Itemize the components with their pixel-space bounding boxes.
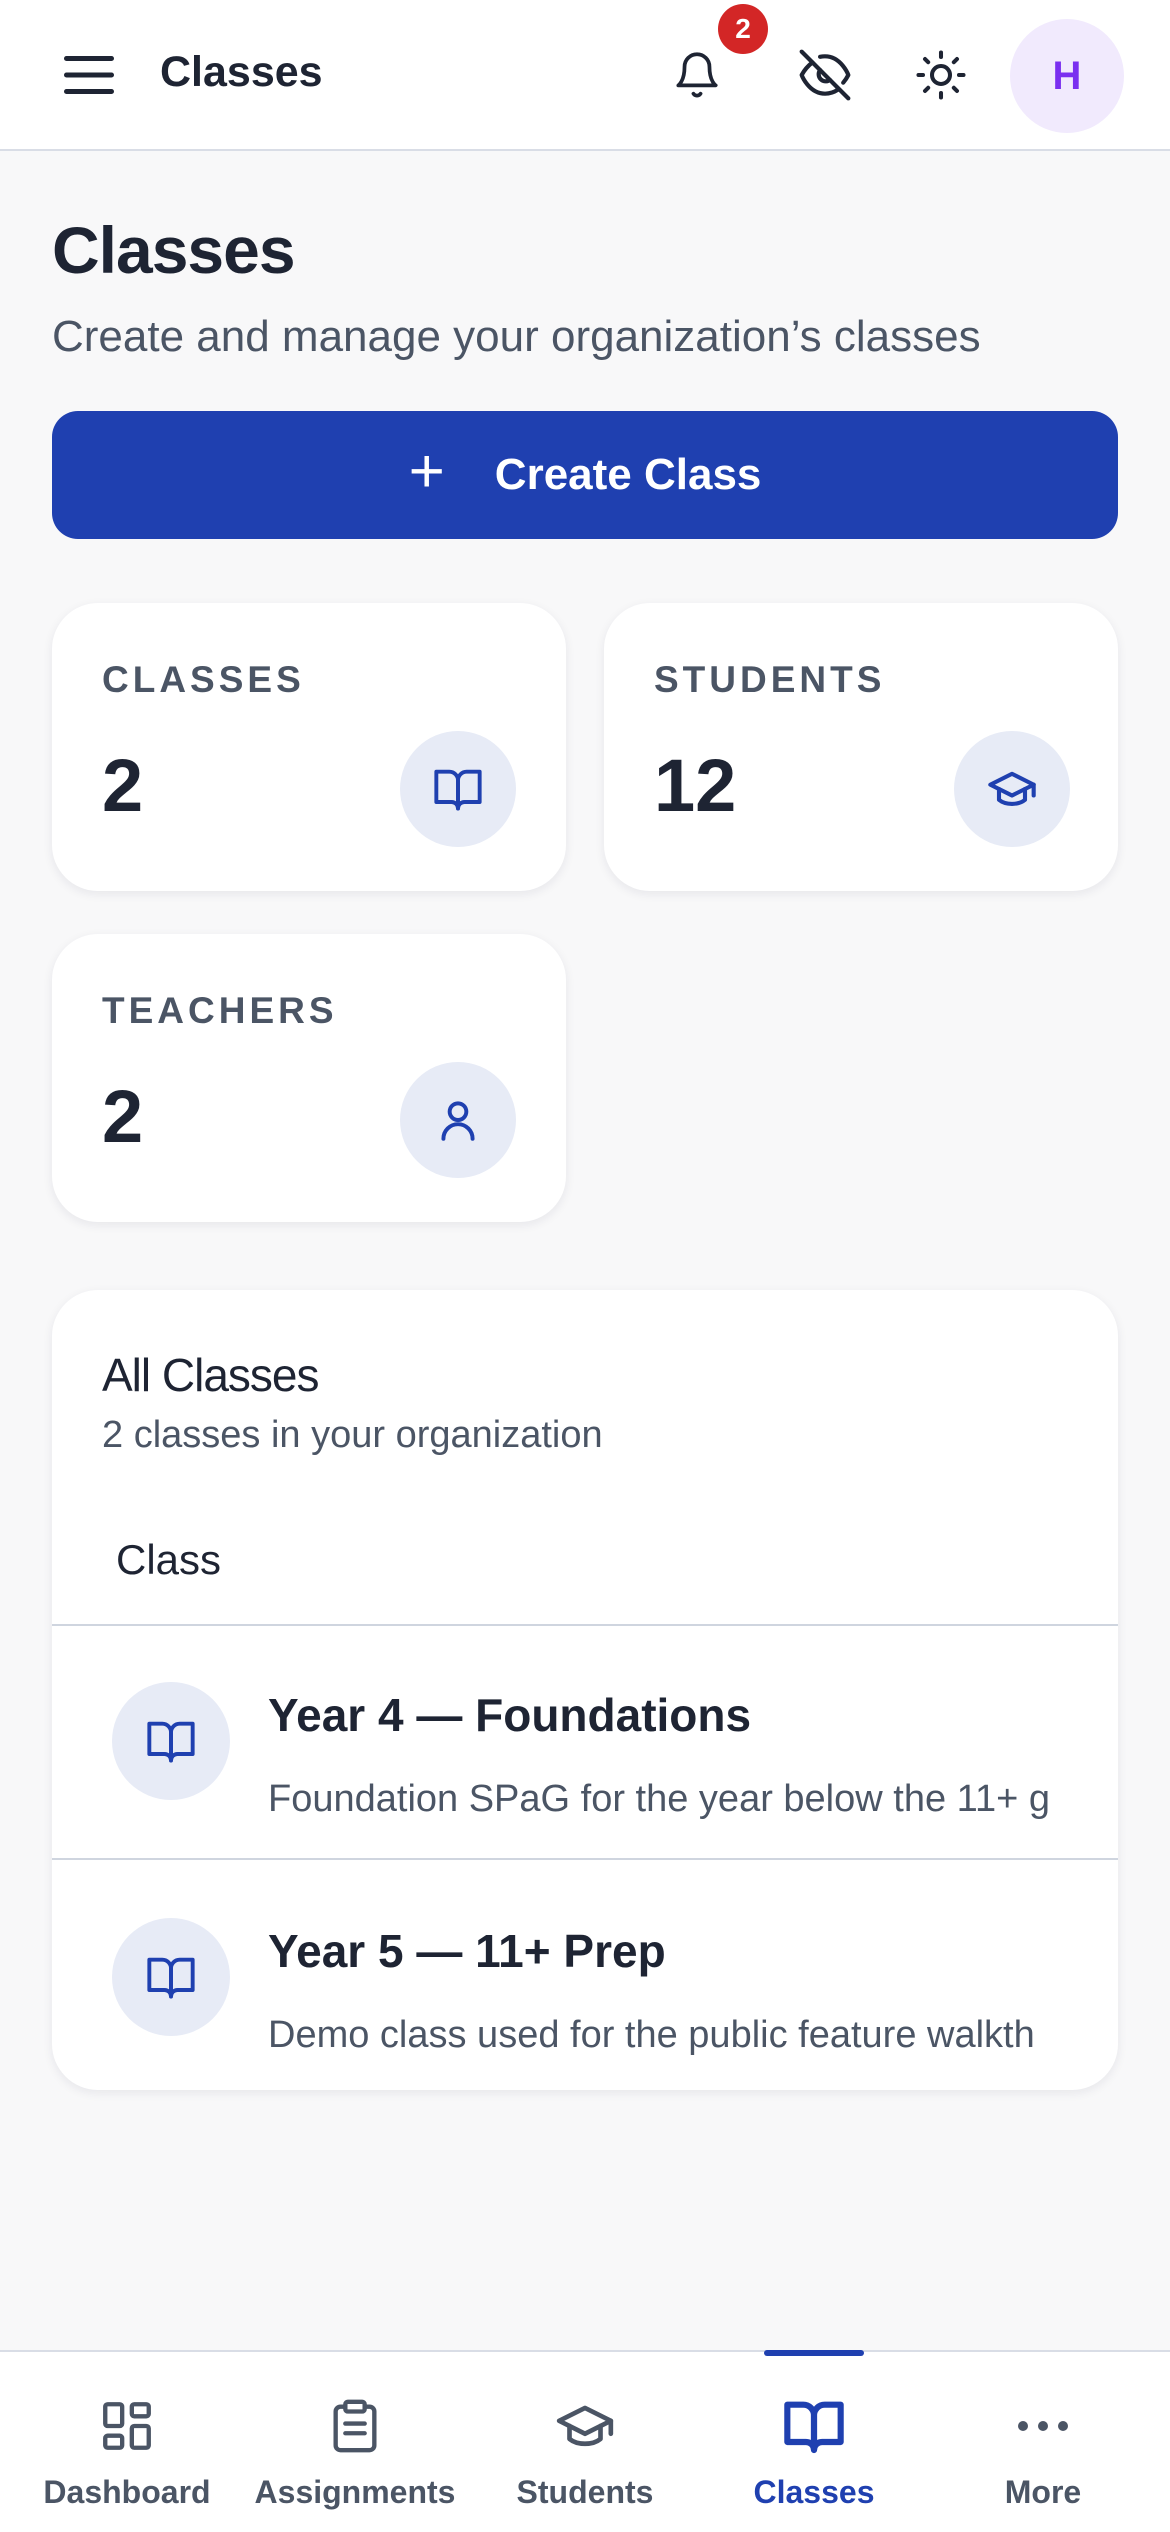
stat-label: CLASSES [102, 659, 305, 700]
theme-toggle-button[interactable] [908, 42, 974, 108]
table-row[interactable]: Year 4 — Foundations Foundation SPaG for… [52, 1626, 1118, 1860]
page-subtitle: Create and manage your organization’s cl… [52, 312, 981, 361]
stat-value: 2 [102, 744, 144, 827]
stat-card-students: STUDENTS 12 [604, 603, 1118, 891]
graduation-cap-icon [556, 2405, 614, 2447]
topbar-title: Classes [160, 48, 323, 96]
stat-card-teachers: TEACHERS 2 [52, 934, 566, 1222]
dashboard-icon [103, 2402, 151, 2450]
nav-icon-wrap [553, 2394, 617, 2458]
app-root: Classes 2 H Classes Create and manage yo… [0, 0, 1170, 2532]
card-title: All Classes [102, 1349, 320, 1401]
class-name: Year 5 — 11+ Prep [268, 1925, 666, 1977]
bottom-navigation: Dashboard Assignments Students Classes M… [0, 2350, 1170, 2532]
stat-label: STUDENTS [654, 659, 886, 700]
nav-item-dashboard[interactable]: Dashboard [17, 2352, 237, 2532]
clipboard-icon [333, 2399, 377, 2453]
menu-button[interactable] [56, 42, 122, 108]
user-avatar[interactable]: H [1010, 19, 1124, 133]
table-row[interactable]: Year 5 — 11+ Prep Demo class used for th… [52, 1862, 1118, 2090]
hide-toggle-button[interactable] [792, 42, 858, 108]
stat-value: 2 [102, 1075, 144, 1158]
notifications-button[interactable] [664, 42, 730, 108]
stat-icon-wrap [954, 731, 1070, 847]
nav-label: Classes [753, 2474, 875, 2510]
create-class-label: Create Class [494, 450, 762, 499]
nav-label: More [1004, 2474, 1082, 2510]
all-classes-card: All Classes 2 classes in your organizati… [52, 1290, 1118, 2090]
class-name: Year 4 — Foundations [268, 1689, 752, 1741]
nav-item-more[interactable]: More [933, 2352, 1153, 2532]
nav-item-classes[interactable]: Classes [704, 2352, 924, 2532]
stat-card-classes: CLASSES 2 [52, 603, 566, 891]
nav-label: Students [516, 2474, 654, 2510]
stat-icon-wrap [400, 731, 516, 847]
bell-icon [676, 52, 718, 98]
book-icon [784, 2401, 844, 2454]
class-description: Demo class used for the public feature w… [268, 2014, 1035, 2056]
top-app-bar: Classes 2 H [0, 0, 1170, 151]
nav-icon-wrap [95, 2394, 159, 2458]
nav-icon-wrap [782, 2394, 846, 2458]
column-header-class[interactable]: Class [116, 1536, 221, 1584]
book-icon [147, 1721, 195, 1763]
book-icon [434, 769, 482, 811]
nav-item-students[interactable]: Students [475, 2352, 695, 2532]
book-icon [147, 1957, 195, 1999]
create-class-button[interactable]: + Create Class [52, 411, 1118, 539]
nav-label: Dashboard [43, 2474, 211, 2510]
stat-label: TEACHERS [102, 990, 338, 1031]
nav-label: Assignments [254, 2474, 456, 2510]
sun-icon [916, 50, 966, 100]
row-icon-wrap [112, 1918, 230, 2036]
user-icon [441, 1101, 475, 1141]
more-icon [1018, 2421, 1068, 2431]
notification-badge: 2 [718, 4, 768, 54]
plus-icon: + [408, 437, 445, 506]
card-subtitle: 2 classes in your organization [102, 1414, 603, 1456]
stat-icon-wrap [400, 1062, 516, 1178]
eye-off-icon [799, 49, 851, 101]
graduation-cap-icon [988, 771, 1036, 806]
class-description: Foundation SPaG for the year below the 1… [268, 1778, 1050, 1820]
nav-icon-wrap [323, 2394, 387, 2458]
nav-icon-wrap [1011, 2394, 1075, 2458]
stat-value: 12 [654, 744, 737, 827]
page-title: Classes [52, 213, 296, 287]
row-icon-wrap [112, 1682, 230, 1800]
nav-item-assignments[interactable]: Assignments [245, 2352, 465, 2532]
hamburger-menu-icon [64, 56, 114, 94]
